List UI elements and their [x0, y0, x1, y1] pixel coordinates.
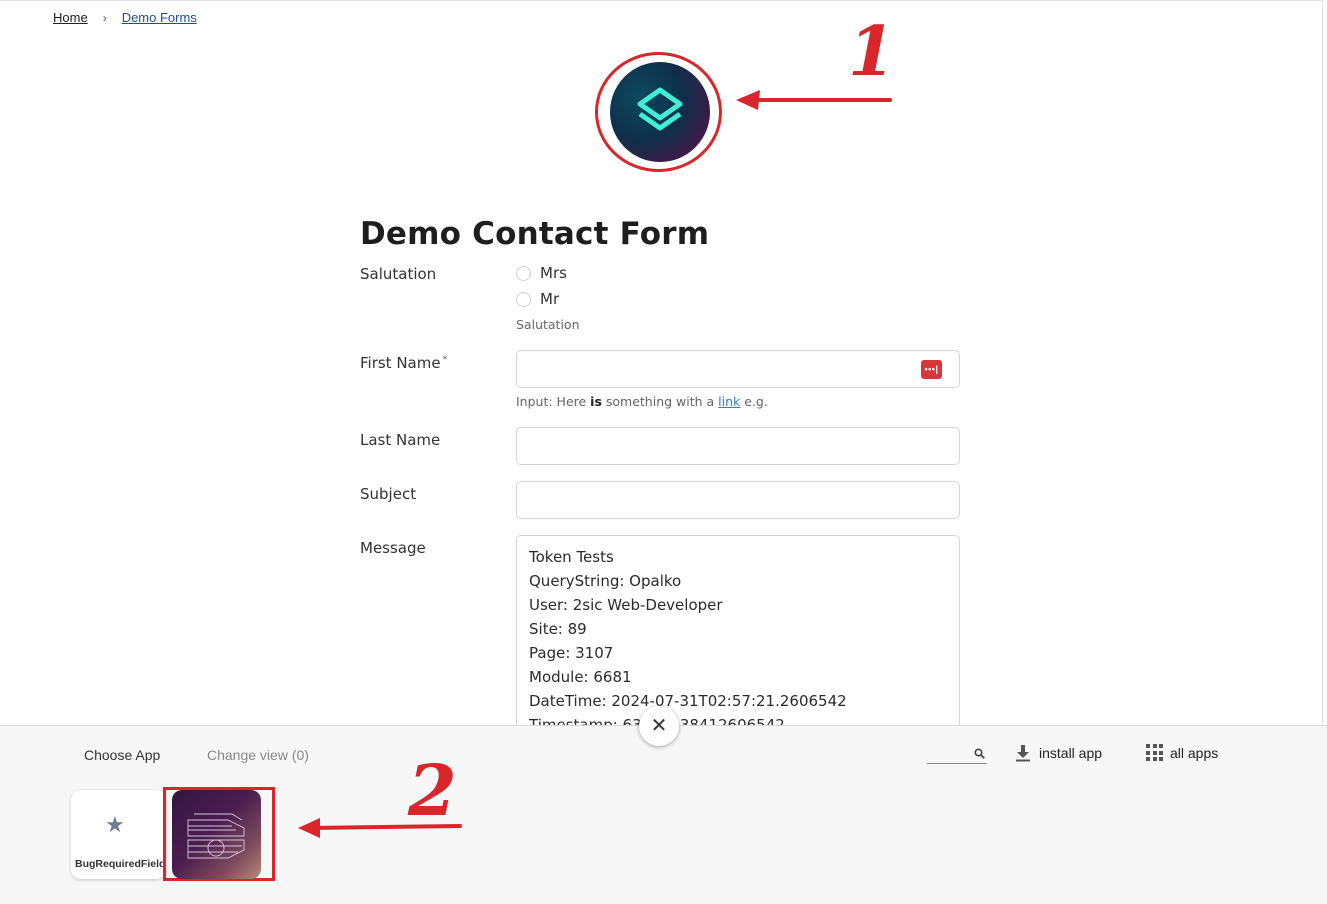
app-tile-selected[interactable] — [172, 790, 261, 879]
install-app-button[interactable]: install app — [1015, 744, 1102, 762]
grid-icon — [1146, 744, 1163, 761]
star-icon: ★ — [105, 812, 125, 837]
top-border — [0, 0, 1322, 1]
app-chooser-panel: Choose App Change view (0) install app a… — [0, 725, 1327, 904]
message-line: QueryString: Opalko — [529, 572, 682, 590]
first-name-label-text: First Name — [360, 354, 441, 372]
message-line: Token Tests — [529, 548, 614, 566]
close-icon: ✕ — [650, 715, 668, 737]
install-app-label: install app — [1039, 745, 1103, 761]
salutation-label: Salutation — [360, 265, 437, 283]
salutation-hint: Salutation — [516, 317, 580, 332]
breadcrumb: Home › Demo Forms — [53, 10, 197, 25]
required-mark: * — [442, 355, 448, 365]
page-title: Demo Contact Form — [360, 216, 710, 252]
right-border — [1322, 0, 1323, 726]
first-name-label: First Name * — [360, 354, 447, 372]
subject-input[interactable] — [516, 481, 960, 519]
breadcrumb-separator: › — [102, 11, 107, 25]
app-logo — [610, 62, 710, 162]
download-icon — [1016, 745, 1030, 762]
message-line: Page: 3107 — [529, 644, 614, 662]
hint-prefix: Input: Here — [516, 394, 591, 409]
all-apps-label: all apps — [1170, 744, 1219, 761]
last-name-input[interactable] — [516, 427, 960, 465]
search-icon — [974, 748, 985, 759]
radio-label-mrs: Mrs — [540, 264, 567, 282]
message-line: Site: 89 — [529, 620, 587, 638]
app-logo-icon — [187, 813, 245, 859]
hint-middle: something with a — [601, 394, 719, 409]
subject-label: Subject — [360, 485, 417, 503]
radio-mrs[interactable]: Mrs — [516, 264, 567, 282]
radio-button[interactable] — [516, 265, 531, 281]
radio-label-mr: Mr — [540, 290, 560, 308]
message-label: Message — [360, 539, 426, 557]
search-input[interactable] — [927, 746, 987, 764]
layers-icon — [637, 87, 683, 131]
hint-link[interactable]: link — [718, 394, 740, 409]
hint-suffix: e.g. — [740, 394, 768, 409]
breadcrumb-demo-forms-link[interactable]: Demo Forms — [122, 10, 197, 25]
message-line: Module: 6681 — [529, 668, 632, 686]
tab-choose-app[interactable]: Choose App — [84, 747, 160, 763]
tab-change-view[interactable]: Change view (0) — [207, 747, 309, 763]
annotation-number-2: 2 — [408, 749, 457, 832]
app-tile-name: BugRequiredFields — [75, 858, 166, 870]
message-line: User: 2sic Web-Developer — [529, 596, 723, 614]
breadcrumb-home-link[interactable]: Home — [53, 10, 88, 25]
all-apps-button[interactable]: all apps — [1146, 744, 1218, 761]
first-name-input[interactable]: •••| — [516, 350, 960, 388]
hint-bold: is — [590, 394, 602, 409]
message-textarea[interactable]: Token Tests QueryString: Opalko User: 2s… — [516, 535, 960, 735]
radio-button[interactable] — [516, 291, 531, 307]
close-panel-button[interactable]: ✕ — [639, 706, 679, 746]
first-name-hint: Input: Here is something with a link e.g… — [516, 394, 768, 409]
last-name-label: Last Name — [360, 431, 441, 449]
page: Home › Demo Forms 1 Demo Contact Form Salu… — [0, 0, 1327, 904]
annotation-number-1: 1 — [848, 12, 896, 92]
radio-mr[interactable]: Mr — [516, 290, 559, 308]
message-line: DateTime: 2024-07-31T02:57:21.2606542 — [529, 692, 847, 710]
password-manager-icon[interactable]: •••| — [921, 360, 942, 379]
app-tile-bugrequiredfields[interactable]: ★ BugRequiredFields — [71, 790, 166, 879]
